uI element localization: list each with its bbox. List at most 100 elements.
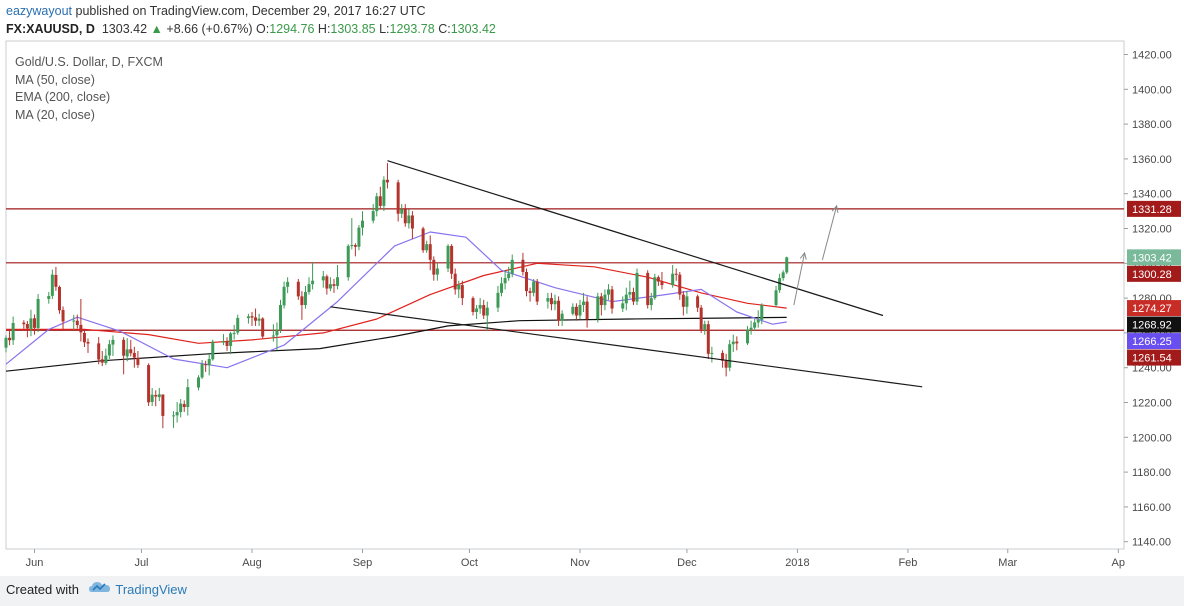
y-tick-label: 1140.00 [1132,537,1171,549]
candle-body [475,308,479,313]
candle-body [432,259,436,275]
candle-body [378,196,382,206]
candle-body [396,182,400,214]
candle-body [350,245,354,247]
created-with-label: Created with [6,582,79,597]
candle-body [250,316,254,318]
candle-body [407,215,411,224]
candle-body [129,349,133,354]
candle-body [271,335,275,337]
candle-body [410,215,414,229]
candle-body [104,355,108,364]
candle-body [660,281,664,286]
y-tick-label: 1320.00 [1132,224,1172,236]
brand-label: TradingView [115,582,187,597]
candle-body [446,245,450,269]
candle-body [450,245,454,274]
candle-body [560,313,564,321]
candle-body [685,296,689,307]
candle-body [678,274,682,295]
candle-body [599,296,603,306]
x-tick-label: Ap [1112,557,1125,569]
candle-body [197,377,201,388]
candle-body [22,322,26,325]
x-tick-label: Jul [134,557,148,569]
candle-body [100,359,104,363]
candle-body [325,276,329,289]
y-tick-label: 1180.00 [1132,467,1171,479]
candle-body [524,272,528,292]
candle-body [147,365,151,403]
y-tick-label: 1340.00 [1132,189,1172,201]
candle-body [635,272,639,302]
y-tick-label: 1380.00 [1132,119,1172,131]
candle-body [361,220,364,228]
candle-body [549,298,553,305]
y-tick-label: 1220.00 [1132,398,1172,410]
footer-bar: Created with TradingView [0,576,1184,606]
price-label: 1266.25 [1132,336,1172,348]
candle-body [225,341,229,346]
y-tick-label: 1360.00 [1132,154,1172,166]
x-tick-label: 2018 [785,557,809,569]
candle-body [756,319,760,323]
candle-body [107,344,111,356]
candle-body [546,298,550,302]
y-tick-label: 1420.00 [1132,50,1172,62]
candle-body [496,292,500,308]
candle-body [132,352,136,358]
candle-body [229,333,233,346]
chart-legend: Gold/U.S. Dollar, D, FXCM MA (50, close)… [15,54,163,124]
candle-body [653,277,657,299]
candle-body [371,211,375,221]
candle-body [122,339,126,356]
candle-body [785,257,789,273]
candle-body [61,309,65,322]
candle-body [246,316,250,319]
candle-body [671,273,675,286]
candle-body [482,305,486,316]
candle-body [606,289,610,295]
candle-body [425,244,429,251]
candle-body [596,296,600,319]
candle-body [296,281,300,297]
candle-body [175,412,179,416]
candle-body [460,285,464,299]
candle-body [179,403,183,413]
candle-body [157,394,161,398]
candle-body [47,296,51,299]
price-label: 1331.28 [1132,204,1172,216]
candle-body [731,341,735,345]
x-tick-label: Sep [353,557,373,569]
candle-body [735,341,739,344]
candle-body [332,284,336,286]
candle-body [674,273,678,275]
candle-body [204,364,208,366]
candle-body [478,305,482,309]
candle-body [36,298,40,329]
candle-body [261,318,265,337]
candle-body [307,284,311,293]
candle-body [375,196,379,212]
price-chart[interactable]: 1420.00 1400.00 1380.00 1360.00 1340.00 1320.… [0,0,1184,576]
x-tick-label: Feb [898,557,917,569]
candle-body [453,273,457,290]
candle-body [471,298,475,313]
candle-body [724,360,728,368]
candle-body [207,359,211,366]
candle-body [774,290,778,306]
candle-body [336,277,340,286]
candle-body [628,292,632,295]
candle-body [8,337,12,341]
candle-body [400,209,404,214]
candle-body [321,276,325,281]
candle-body [357,227,361,247]
candle-body [421,228,425,251]
candle-body [97,343,101,360]
candle-body [574,306,578,316]
candle-body [86,341,90,344]
cloud-logo-icon [89,582,110,592]
tradingview-link[interactable]: TradingView [88,580,187,597]
price-label: 1274.27 [1132,303,1172,315]
y-tick-label: 1400.00 [1132,84,1172,96]
